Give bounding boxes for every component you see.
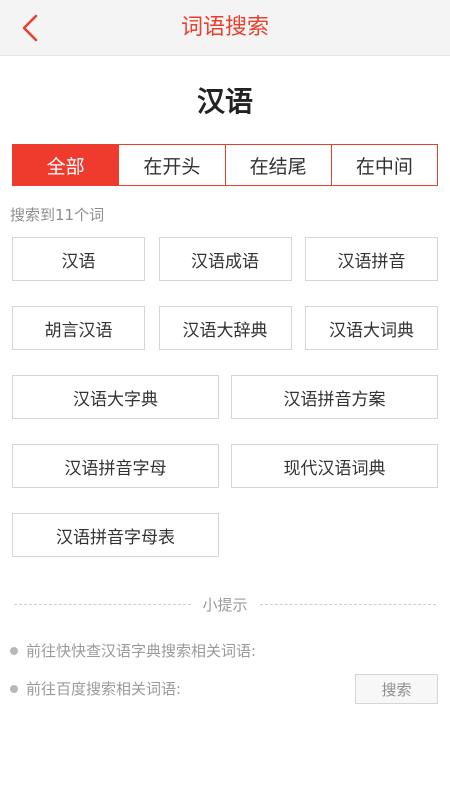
bullet-icon: [10, 646, 18, 655]
tip-text: 前往百度搜索相关词语:: [26, 680, 182, 698]
tip-baidu-text: 前往百度搜索相关词语:: [10, 678, 181, 699]
word-item[interactable]: 汉语大辞典: [158, 306, 292, 350]
tips-title: 小提示: [202, 595, 248, 614]
search-keyword: 汉语: [196, 85, 253, 118]
word-item[interactable]: 汉语: [12, 237, 145, 281]
top-bar: 词语搜索: [0, 0, 450, 56]
word-item[interactable]: 汉语成语: [158, 237, 292, 281]
dashed-line: [14, 603, 191, 605]
tab-in-middle[interactable]: 在中间: [330, 145, 437, 185]
word-item[interactable]: 汉语拼音: [305, 237, 438, 281]
tip-text: 前往快快查汉语字典搜索相关词语:: [26, 642, 257, 660]
tab-at-start[interactable]: 在开头: [118, 145, 225, 185]
baidu-search-button[interactable]: 搜索: [355, 674, 438, 704]
tip-kuaikuaicha-link[interactable]: 前往快快查汉语字典搜索相关词语:: [10, 640, 256, 661]
tips-divider: 小提示: [14, 592, 437, 616]
page-title: 词语搜索: [180, 15, 269, 40]
word-item[interactable]: 胡言汉语: [12, 306, 145, 350]
word-item[interactable]: 汉语大字典: [12, 375, 219, 419]
result-count: 搜索到11个词: [10, 206, 105, 224]
position-filter-tabs: 全部 在开头 在结尾 在中间: [12, 144, 438, 186]
word-item[interactable]: 汉语拼音字母表: [12, 513, 219, 557]
tab-at-end[interactable]: 在结尾: [224, 145, 331, 185]
word-item[interactable]: 现代汉语词典: [231, 444, 438, 488]
tab-all[interactable]: 全部: [13, 145, 119, 185]
word-item[interactable]: 汉语大词典: [305, 306, 438, 350]
word-item[interactable]: 汉语拼音方案: [231, 375, 438, 419]
word-item[interactable]: 汉语拼音字母: [12, 444, 219, 488]
bullet-icon: [10, 684, 18, 693]
result-word-grid: 汉语 汉语成语 汉语拼音 胡言汉语 汉语大辞典 汉语大词典 汉语大字典 汉语拼音…: [12, 237, 438, 582]
dashed-line: [259, 603, 437, 605]
